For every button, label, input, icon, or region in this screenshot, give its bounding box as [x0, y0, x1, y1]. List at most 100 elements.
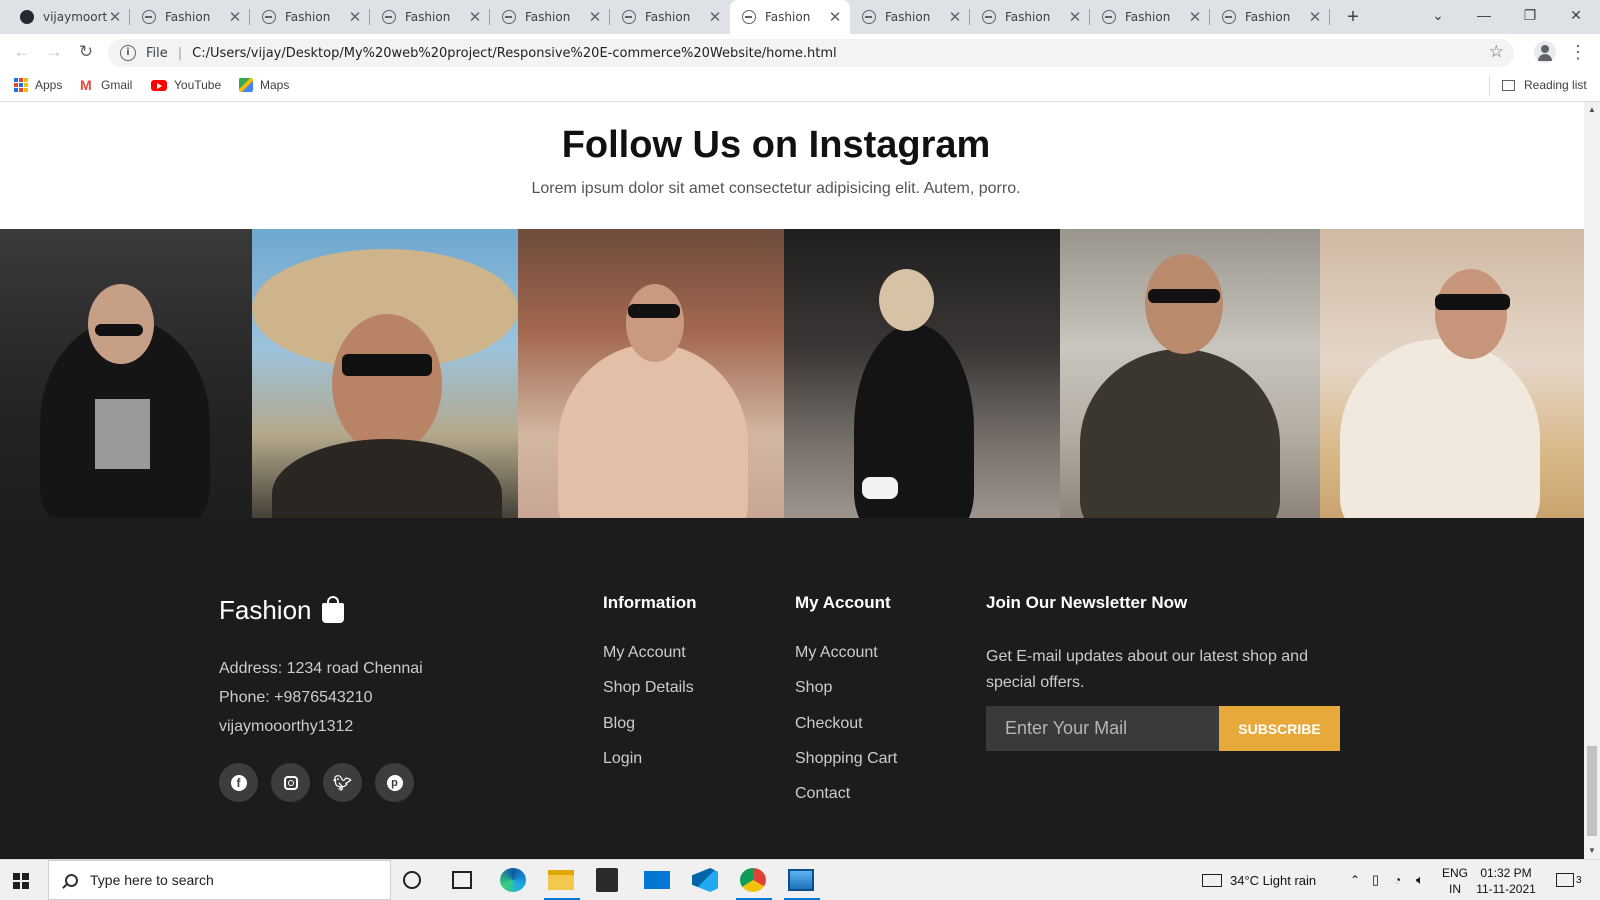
footer-link[interactable]: Checkout [795, 715, 897, 750]
facebook-button[interactable]: f [219, 763, 258, 802]
back-arrow-icon[interactable]: ← [10, 40, 34, 64]
tab-fashion[interactable]: Fashion ✕ [1090, 0, 1210, 34]
github-icon [20, 10, 34, 24]
footer-link[interactable]: My Account [795, 644, 897, 679]
address-bar[interactable]: i File | C:/Users/vijay/Desktop/My%20web… [108, 39, 1514, 67]
reload-icon[interactable]: ↻ [74, 40, 98, 64]
instagram-photo[interactable] [784, 229, 1060, 524]
weather-icon [1202, 873, 1222, 887]
close-icon[interactable]: ✕ [1068, 8, 1082, 26]
close-icon[interactable]: ✕ [708, 8, 722, 26]
globe-icon [1222, 10, 1236, 24]
taskbar-clock[interactable]: 01:32 PM 11-11-2021 [1476, 865, 1536, 897]
instagram-button[interactable] [271, 763, 310, 802]
windows-taskbar: Type here to search 34°C Light rain ⌃ ▯ … [0, 859, 1600, 900]
bookmark-youtube[interactable]: YouTube [151, 78, 221, 92]
tab-title: Fashion [405, 10, 451, 24]
footer-brand[interactable]: Fashion [219, 595, 344, 626]
restore-button[interactable]: ❐ [1508, 0, 1552, 30]
tab-fashion[interactable]: Fashion ✕ [850, 0, 970, 34]
footer-link[interactable]: Shopping Cart [795, 750, 897, 785]
tab-fashion-active[interactable]: Fashion ✕ [730, 0, 850, 34]
footer-link[interactable]: Shop [795, 679, 897, 714]
page-scrollbar[interactable]: ▲ ▼ [1584, 102, 1600, 859]
close-icon[interactable]: ✕ [228, 8, 242, 26]
globe-icon [142, 10, 156, 24]
windows-start-icon[interactable] [13, 873, 29, 889]
photos-icon[interactable] [788, 869, 814, 891]
edge-icon[interactable] [500, 868, 526, 892]
scroll-down-arrow-icon[interactable]: ▼ [1584, 843, 1600, 859]
close-icon[interactable]: ✕ [348, 8, 362, 26]
globe-icon [262, 10, 276, 24]
close-icon[interactable]: ✕ [1188, 8, 1202, 26]
instagram-photo[interactable] [252, 229, 518, 524]
footer-link[interactable]: Contact [795, 785, 897, 820]
vscode-icon[interactable] [692, 868, 718, 892]
bookmark-maps[interactable]: Maps [239, 78, 289, 92]
globe-icon [742, 10, 756, 24]
tab-fashion[interactable]: Fashion ✕ [370, 0, 490, 34]
close-icon[interactable]: ✕ [468, 8, 482, 26]
menu-kebab-icon[interactable]: ⋮ [1568, 40, 1588, 64]
url-text[interactable]: C:/Users/vijay/Desktop/My%20web%20projec… [192, 46, 837, 61]
instagram-photo[interactable] [1060, 229, 1320, 524]
weather-widget[interactable]: 34°C Light rain [1202, 860, 1316, 900]
tab-title: Fashion [1125, 10, 1171, 24]
forward-arrow-icon[interactable]: → [42, 40, 66, 64]
scroll-up-arrow-icon[interactable]: ▲ [1584, 102, 1600, 118]
close-icon[interactable]: ✕ [948, 8, 962, 26]
twitter-button[interactable]: 🐦︎ [323, 763, 362, 802]
tab-fashion[interactable]: Fashion ✕ [250, 0, 370, 34]
tab-fashion[interactable]: Fashion ✕ [1210, 0, 1330, 34]
chrome-icon[interactable] [740, 868, 766, 892]
close-icon[interactable]: ✕ [588, 8, 602, 26]
instagram-photo[interactable] [1320, 229, 1584, 524]
site-footer: Fashion Address: 1234 road Chennai Phone… [0, 518, 1584, 859]
instagram-photo[interactable] [0, 229, 252, 524]
footer-link[interactable]: Login [603, 750, 694, 785]
microsoft-store-icon[interactable] [596, 868, 618, 892]
instagram-photo[interactable] [518, 229, 784, 524]
tray-chevron-icon[interactable]: ⌃ [1350, 860, 1360, 900]
file-explorer-icon[interactable] [548, 870, 574, 890]
twitter-icon: 🐦︎ [332, 774, 353, 792]
close-icon[interactable]: ✕ [1308, 8, 1322, 26]
scrollbar-thumb[interactable] [1587, 746, 1597, 836]
info-icon[interactable]: i [120, 45, 136, 61]
reading-list-button[interactable]: Reading list [1502, 78, 1587, 92]
tab-search-chevron-icon[interactable]: ⌄ [1416, 0, 1460, 30]
new-tab-button[interactable]: + [1340, 4, 1366, 30]
close-icon[interactable]: ✕ [108, 8, 122, 26]
cortana-icon[interactable] [403, 871, 421, 889]
close-window-button[interactable]: ✕ [1554, 0, 1598, 30]
bookmark-label: YouTube [174, 78, 222, 92]
close-icon[interactable]: ✕ [828, 8, 842, 26]
tab-github[interactable]: vijaymoorthy1312 ✕ [8, 0, 130, 34]
youtube-icon [151, 79, 167, 91]
bookmark-gmail[interactable]: M Gmail [80, 78, 132, 92]
taskbar-search-box[interactable]: Type here to search [48, 860, 391, 900]
minimize-button[interactable]: — [1462, 0, 1506, 30]
notification-center-button[interactable]: 3 [1556, 860, 1582, 900]
wifi-icon[interactable]: ◔ [1394, 860, 1401, 900]
star-icon[interactable]: ☆ [1489, 42, 1504, 62]
bookmark-apps[interactable]: Apps [14, 78, 62, 92]
profile-avatar-icon[interactable] [1534, 41, 1556, 63]
task-view-icon[interactable] [452, 871, 472, 889]
tab-fashion[interactable]: Fashion ✕ [970, 0, 1090, 34]
volume-icon[interactable]: 🔈︎ [1416, 860, 1424, 900]
footer-link[interactable]: My Account [603, 644, 694, 679]
mail-icon[interactable] [644, 871, 670, 889]
tab-fashion[interactable]: Fashion ✕ [610, 0, 730, 34]
device-icon[interactable]: ▯ [1372, 860, 1379, 900]
tab-fashion[interactable]: Fashion ✕ [130, 0, 250, 34]
newsletter-email-input[interactable] [986, 706, 1219, 751]
subscribe-button[interactable]: SUBSCRIBE [1219, 706, 1340, 751]
pinterest-button[interactable]: p [375, 763, 414, 802]
footer-link[interactable]: Blog [603, 715, 694, 750]
footer-link[interactable]: Shop Details [603, 679, 694, 714]
tab-fashion[interactable]: Fashion ✕ [490, 0, 610, 34]
language-indicator[interactable]: ENG IN [1440, 865, 1470, 897]
newsletter-heading: Join Our Newsletter Now [986, 593, 1188, 612]
